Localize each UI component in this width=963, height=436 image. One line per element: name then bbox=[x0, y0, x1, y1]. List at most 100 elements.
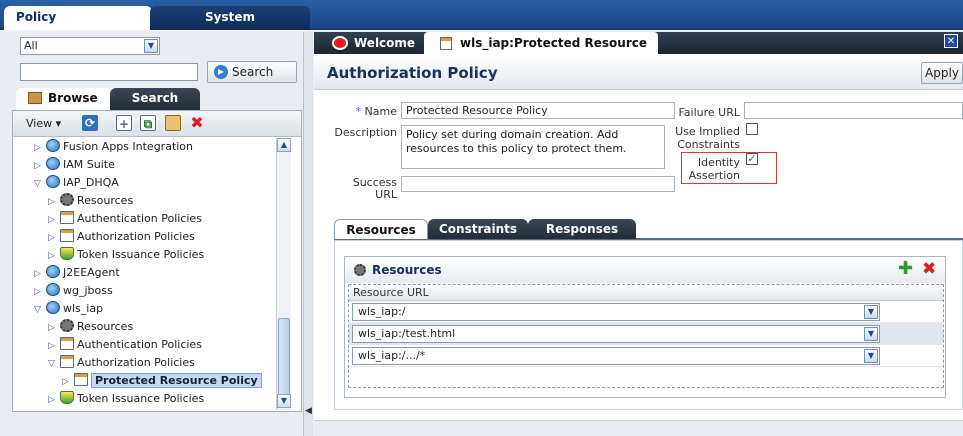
resource-url-select[interactable]: wls_iap:/ ▼ bbox=[352, 303, 880, 321]
collapsed-triangle-icon[interactable]: ▷ bbox=[62, 373, 72, 391]
tree-item-label: Token Issuance Policies bbox=[77, 392, 205, 405]
expanded-triangle-icon[interactable]: ▽ bbox=[48, 355, 58, 373]
collapsed-triangle-icon[interactable]: ▷ bbox=[34, 139, 44, 157]
resource-url-value: wls_iap:/ bbox=[358, 305, 406, 318]
panel-splitter[interactable] bbox=[303, 32, 313, 436]
collapsed-triangle-icon[interactable]: ▷ bbox=[48, 319, 58, 337]
resource-url-select[interactable]: wls_iap:/test.html ▼ bbox=[352, 325, 880, 343]
name-field[interactable]: Protected Resource Policy bbox=[401, 102, 675, 119]
tab-browse[interactable]: Browse bbox=[16, 88, 116, 110]
tree-item-label: wg_jboss bbox=[63, 284, 113, 297]
tree-item-label: J2EEAgent bbox=[63, 266, 120, 279]
gear-icon bbox=[60, 319, 74, 332]
doc-icon bbox=[60, 229, 74, 242]
search-button-label: Search bbox=[232, 65, 274, 79]
close-icon[interactable]: ✕ bbox=[944, 34, 958, 48]
success-url-field[interactable] bbox=[401, 176, 675, 192]
collapsed-triangle-icon[interactable]: ▷ bbox=[34, 157, 44, 175]
collapsed-triangle-icon[interactable]: ▷ bbox=[48, 229, 58, 247]
use-implied-constraints-checkbox[interactable] bbox=[746, 123, 758, 135]
use-implied-constraints-label: Use Implied Constraints bbox=[675, 125, 740, 151]
tree-item[interactable]: ▽ wls_iap bbox=[34, 300, 103, 318]
doc-icon bbox=[60, 211, 74, 224]
collapsed-triangle-icon[interactable]: ▷ bbox=[48, 391, 58, 409]
description-field[interactable]: Policy set during domain creation. Add r… bbox=[401, 125, 665, 169]
collapsed-triangle-icon[interactable]: ▷ bbox=[48, 337, 58, 355]
collapsed-triangle-icon[interactable]: ▷ bbox=[48, 211, 58, 229]
view-menu[interactable]: View ▾ bbox=[26, 117, 61, 130]
tab-responses[interactable]: Responses bbox=[528, 219, 636, 239]
page-title: Authorization Policy bbox=[327, 64, 498, 82]
search-input[interactable] bbox=[20, 63, 198, 81]
tree-item[interactable]: ▷ J2EEAgent bbox=[34, 264, 120, 282]
tab-system-configuration[interactable]: System Configuration bbox=[150, 6, 310, 46]
tree-item[interactable]: ▷ Token Issuance Policies bbox=[48, 390, 204, 408]
chevron-down-icon[interactable]: ▼ bbox=[144, 39, 158, 53]
failure-url-field[interactable] bbox=[744, 102, 963, 119]
duplicate-icon[interactable]: ⧉ bbox=[140, 115, 156, 131]
policy-document-icon bbox=[440, 37, 452, 50]
resources-title: Resources bbox=[372, 263, 442, 277]
collapsed-triangle-icon[interactable]: ▷ bbox=[48, 193, 58, 211]
tree-item[interactable]: ▷ Authentication Policies bbox=[48, 210, 202, 228]
scroll-up-icon[interactable]: ▲ bbox=[277, 138, 291, 152]
collapse-panel-icon[interactable]: ◀ bbox=[305, 406, 312, 416]
check-mark-icon: ✓ bbox=[747, 152, 757, 165]
gear-icon bbox=[354, 264, 366, 276]
tree-item[interactable]: ▷ IAM Suite bbox=[34, 156, 115, 174]
tab-policy-configuration[interactable]: Policy Configuration bbox=[4, 6, 152, 46]
tree-item-label: Resources bbox=[77, 320, 134, 333]
description-label: Description bbox=[334, 126, 397, 139]
resource-url-select[interactable]: wls_iap:/.../* ▼ bbox=[352, 347, 880, 365]
tree-item[interactable]: ▷ Fusion Apps Integration bbox=[34, 138, 193, 156]
tree-item[interactable]: ▷ Authentication Policies bbox=[48, 336, 202, 354]
scope-select[interactable]: All ▼ bbox=[20, 37, 160, 55]
tree-item-label: Protected Resource Policy bbox=[91, 373, 262, 388]
host-icon bbox=[46, 301, 60, 314]
search-button[interactable]: ▶ Search bbox=[207, 61, 297, 83]
collapsed-triangle-icon[interactable]: ▷ bbox=[34, 265, 44, 283]
chevron-down-icon[interactable]: ▼ bbox=[864, 305, 878, 319]
tree-item-label: wls_iap bbox=[63, 302, 104, 315]
tab-constraints[interactable]: Constraints bbox=[428, 219, 528, 239]
new-document-icon[interactable]: + bbox=[116, 115, 132, 131]
add-icon[interactable]: ✚ bbox=[898, 260, 913, 278]
collapsed-triangle-icon[interactable]: ▷ bbox=[48, 247, 58, 265]
top-tab-bar: Policy Configuration System Configuratio… bbox=[0, 0, 963, 46]
tree-item[interactable]: ▷ Resources bbox=[48, 192, 133, 210]
tree-item[interactable]: ▽ Authorization Policies bbox=[48, 354, 195, 372]
chevron-down-icon[interactable]: ▼ bbox=[864, 349, 878, 363]
tab-protected-resource-policy[interactable]: wls_iap:Protected Resource Policy bbox=[424, 32, 658, 72]
doc-icon bbox=[60, 355, 74, 368]
expanded-triangle-icon[interactable]: ▽ bbox=[34, 301, 44, 319]
tree-item[interactable]: ▷ wg_jboss bbox=[34, 282, 113, 300]
tab-welcome[interactable]: Welcome bbox=[316, 34, 416, 54]
tab-search[interactable]: Search bbox=[110, 88, 200, 110]
delete-resource-icon[interactable]: ✖ bbox=[922, 260, 936, 278]
chevron-down-icon[interactable]: ▼ bbox=[864, 327, 878, 341]
success-url-label: Success URL bbox=[352, 176, 397, 201]
identity-assertion-checkbox[interactable]: ✓ bbox=[746, 153, 758, 165]
open-folder-icon[interactable] bbox=[165, 115, 181, 131]
scroll-down-icon[interactable]: ▼ bbox=[277, 394, 291, 408]
tree-item[interactable]: ▷ Resources bbox=[48, 318, 133, 336]
collapsed-triangle-icon[interactable]: ▷ bbox=[34, 283, 44, 301]
tree-item[interactable]: ▷ Protected Resource Policy bbox=[62, 372, 262, 390]
scope-select-value: All bbox=[24, 39, 38, 52]
shield-icon bbox=[60, 391, 74, 404]
tree-item[interactable]: ▷ Authorization Policies bbox=[48, 228, 195, 246]
tree-item-label: IAM Suite bbox=[63, 158, 115, 171]
expanded-triangle-icon[interactable]: ▽ bbox=[34, 175, 44, 193]
name-label: * Name bbox=[355, 105, 397, 118]
tree-item[interactable]: ▷ Token Issuance Policies bbox=[48, 246, 204, 264]
status-bar bbox=[314, 420, 963, 436]
tree-item[interactable]: ▽ IAP_DHQA bbox=[34, 174, 119, 192]
tree-scrollbar[interactable]: ▲ ▼ bbox=[276, 138, 291, 410]
delete-icon[interactable]: ✖ bbox=[189, 115, 205, 131]
tab-resources[interactable]: Resources bbox=[334, 219, 428, 239]
scrollbar-thumb[interactable] bbox=[278, 318, 290, 396]
host-icon bbox=[46, 265, 60, 278]
refresh-icon[interactable]: ⟳ bbox=[82, 115, 98, 131]
apply-button[interactable]: Apply bbox=[921, 62, 963, 84]
identity-assertion-label: Identity Assertion bbox=[688, 156, 740, 182]
